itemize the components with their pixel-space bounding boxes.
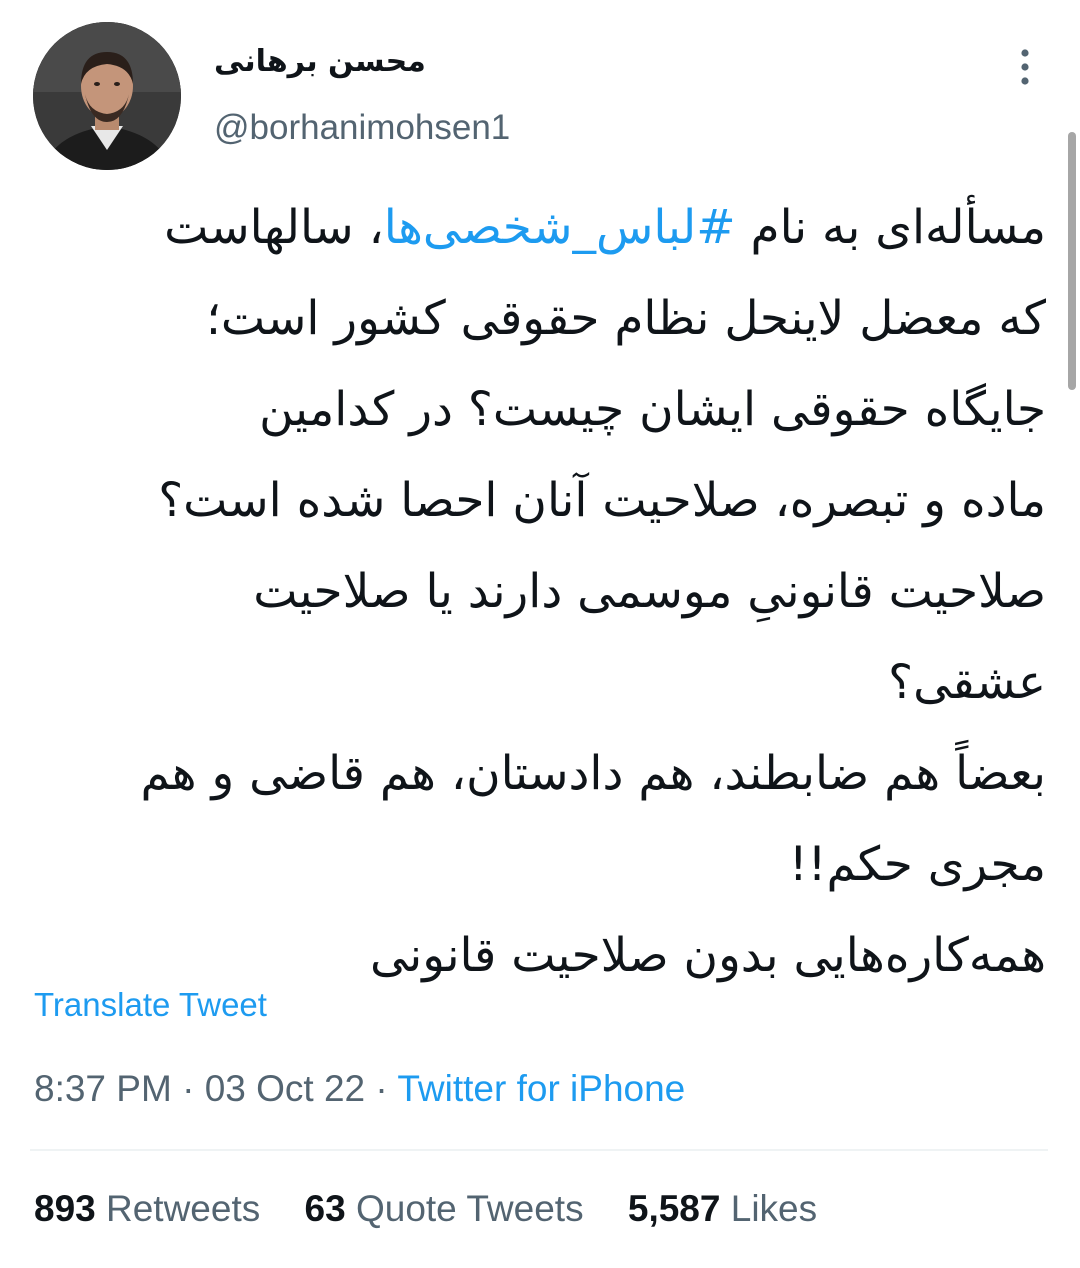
author-handle[interactable]: @borhanimohsen1 (214, 108, 510, 148)
retweets-label: Retweets (95, 1188, 261, 1229)
likes-stat[interactable]: 5,587 Likes (628, 1188, 817, 1230)
meta-separator: · (171, 1068, 205, 1109)
tweet-line: که معضل لاینحل نظام حقوقی کشور است؛ (205, 291, 1046, 346)
tweet-line-text: ، سالهاست (164, 200, 384, 255)
avatar[interactable] (33, 22, 181, 170)
tweet-text: مسأله‌ای به نام #لباس_شخصی‌ها، سالهاست ک… (30, 182, 1046, 1001)
meta-separator: · (365, 1068, 398, 1109)
divider (30, 1149, 1048, 1151)
hashtag-link[interactable]: #لباس_شخصی‌ها (384, 200, 736, 255)
vertical-ellipsis-icon[interactable] (1010, 46, 1040, 90)
avatar-photo (33, 22, 181, 170)
tweet-line-text: مسأله‌ای به نام (735, 200, 1046, 255)
likes-count: 5,587 (627, 1188, 721, 1229)
retweets-stat[interactable]: 893 Retweets (34, 1188, 260, 1230)
tweet-line: ماده و تبصره، صلاحیت آنان احصا شده است؟ (158, 473, 1046, 528)
tweet-line: بعضاً هم ضابطند، هم دادستان، هم قاضی و ه… (140, 746, 1046, 801)
quote-tweets-stat[interactable]: 63 Quote Tweets (305, 1188, 584, 1230)
tweet-line: جایگاه حقوقی ایشان چیست؟ در کدامین (259, 382, 1046, 437)
translate-tweet-link[interactable]: Translate Tweet (34, 986, 267, 1024)
tweet-line: صلاحیت قانونیِ موسمی دارند یا صلاحیت (253, 564, 1046, 619)
engagement-stats: 893 Retweets 63 Quote Tweets 5,587 Likes (34, 1188, 851, 1230)
tweet-date[interactable]: 03 Oct 22 (205, 1068, 365, 1109)
tweet-source-link[interactable]: Twitter for iPhone (397, 1068, 685, 1109)
tweet-line: عشقی؟ (888, 655, 1046, 710)
tweet-time[interactable]: 8:37 PM (34, 1068, 172, 1109)
tweet-meta: 8:37 PM · 03 Oct 22 · Twitter for iPhone (34, 1068, 685, 1110)
tweet-line: مجری حکم!! (788, 837, 1046, 892)
quote-tweets-label: Quote Tweets (345, 1188, 584, 1229)
retweets-count: 893 (34, 1188, 96, 1229)
scrollbar[interactable] (1068, 132, 1076, 390)
author-display-name[interactable]: محسن برهانی (214, 44, 434, 79)
likes-label: Likes (720, 1188, 818, 1229)
tweet-line: مسأله‌ای به نام #لباس_شخصی‌ها، سالهاست (30, 182, 1046, 273)
quote-tweets-count: 63 (304, 1188, 346, 1229)
